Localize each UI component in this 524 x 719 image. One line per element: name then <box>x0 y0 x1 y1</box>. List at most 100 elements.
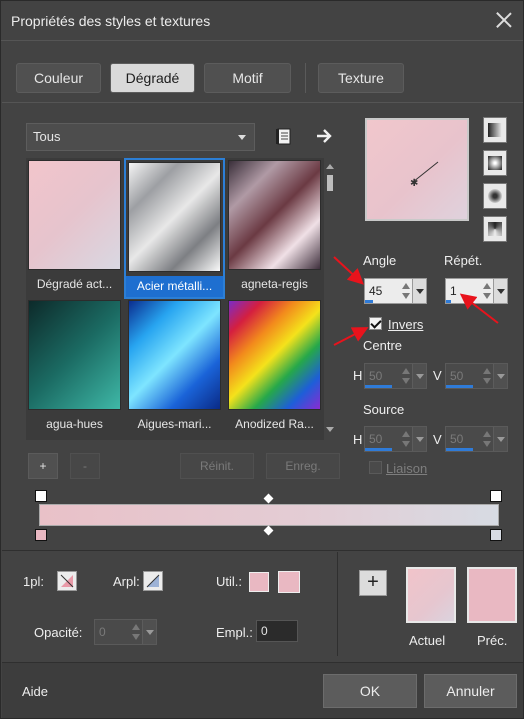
type-1pl-label: 1pl: <box>23 574 44 589</box>
center-label: Centre <box>363 338 403 353</box>
gradient-tile[interactable]: Dégradé act... <box>26 158 123 295</box>
gradient-preview[interactable]: ✱ <box>365 118 469 221</box>
reset-button[interactable]: Réinit. <box>180 453 254 479</box>
chevron-down-icon[interactable] <box>142 620 156 644</box>
chevron-down-icon <box>238 135 246 140</box>
center-v-level-bar <box>446 385 473 388</box>
source-label: Source <box>363 402 405 417</box>
gradient-name: agneta-regis <box>241 277 308 291</box>
book-icon[interactable] <box>274 126 296 148</box>
opacity-spinner[interactable]: 0 <box>94 619 157 645</box>
util-swatch-1[interactable] <box>249 572 269 592</box>
tab-label: Texture <box>338 70 384 86</box>
chevron-down-icon[interactable] <box>493 364 507 388</box>
center-h-spinner[interactable]: 50 <box>364 363 427 389</box>
chevron-down-icon[interactable] <box>412 279 426 303</box>
spinner-arrows-icon[interactable] <box>481 282 493 302</box>
gradient-stop-bottom-right[interactable] <box>490 529 502 541</box>
cancel-button[interactable]: Annuler <box>424 674 517 708</box>
spinner-arrows-icon[interactable] <box>481 430 493 450</box>
annotation-arrow-angle <box>333 256 364 285</box>
source-h-level-bar <box>365 448 392 451</box>
tab-gradient[interactable]: Dégradé <box>110 63 195 93</box>
opacity-value: 0 <box>99 625 106 639</box>
chevron-down-icon[interactable] <box>493 427 507 451</box>
invert-checkbox[interactable] <box>369 317 382 330</box>
scroll-up-icon[interactable] <box>326 164 334 169</box>
title-bar: Propriétés des styles et textures <box>1 1 523 41</box>
source-h-value: 50 <box>369 432 383 446</box>
source-h-label: H <box>353 432 363 447</box>
scroll-down-icon[interactable] <box>326 427 334 432</box>
gradient-stop-bottom-left[interactable] <box>35 529 47 541</box>
invert-label: Invers <box>388 317 424 332</box>
tab-label: Couleur <box>33 70 84 86</box>
source-v-spinner[interactable]: 50 <box>445 426 508 452</box>
previous-gradient-swatch[interactable] <box>467 567 517 623</box>
spinner-arrows-icon[interactable] <box>400 367 412 387</box>
gradient-tile[interactable]: agua-hues <box>26 298 123 435</box>
gradient-swatch <box>128 162 221 272</box>
util-swatch-2[interactable] <box>278 571 300 593</box>
gradient-stop-top-left[interactable] <box>35 490 47 502</box>
rectangular-gradient-type-icon[interactable] <box>483 150 507 176</box>
tab-color[interactable]: Couleur <box>16 63 101 93</box>
tab-label: Dégradé <box>125 70 180 86</box>
spinner-arrows-icon[interactable] <box>400 282 412 302</box>
chevron-down-icon[interactable] <box>412 364 426 388</box>
angle-spinner[interactable]: 45 <box>364 278 427 304</box>
gradient-editor-bar[interactable] <box>39 504 499 526</box>
ok-button[interactable]: OK <box>323 674 417 708</box>
gradient-tile[interactable]: Aigues-mari... <box>126 298 223 435</box>
gradient-name: Acier métalli... <box>126 276 223 297</box>
remove-gradient-button[interactable]: - <box>70 453 100 479</box>
gradient-name: Dégradé act... <box>36 277 113 291</box>
spinner-arrows-icon[interactable] <box>130 623 142 643</box>
gradient-midpoint-top[interactable] <box>263 493 274 504</box>
gradient-tile-selected[interactable]: Acier métalli... <box>124 158 225 299</box>
chevron-down-icon[interactable] <box>493 279 507 303</box>
previous-label: Préc. <box>477 633 508 648</box>
gradient-category-dropdown[interactable]: Tous <box>26 123 255 151</box>
link-checkbox[interactable] <box>369 461 382 474</box>
gradient-midpoint-bottom[interactable] <box>263 525 274 536</box>
current-gradient-swatch[interactable] <box>406 567 456 623</box>
source-h-spinner[interactable]: 50 <box>364 426 427 452</box>
dialog-window: Propriétés des styles et textures Couleu… <box>0 0 524 719</box>
arrow-right-icon[interactable] <box>314 125 336 147</box>
tab-texture[interactable]: Texture <box>318 63 404 93</box>
center-h-label: H <box>353 368 363 383</box>
background-type-icon[interactable] <box>143 571 163 591</box>
scroll-thumb[interactable] <box>327 175 333 191</box>
annotation-arrow-invert <box>333 327 369 346</box>
gradient-swatch <box>28 160 121 270</box>
radial-gradient-type-icon[interactable] <box>483 183 507 209</box>
tab-pattern[interactable]: Motif <box>204 63 291 93</box>
gradient-tile[interactable]: agneta-regis <box>226 158 323 295</box>
spinner-arrows-icon[interactable] <box>481 367 493 387</box>
angle-indicator: ✱ <box>410 161 439 189</box>
spinner-arrows-icon[interactable] <box>400 430 412 450</box>
tabs-divider <box>2 102 523 103</box>
gradient-tile[interactable]: Anodized Ra... <box>226 298 323 435</box>
position-input[interactable]: 0 <box>256 620 298 642</box>
gradient-swatch <box>228 160 321 270</box>
angle-label: Angle <box>363 253 397 268</box>
gradient-stop-top-right[interactable] <box>490 490 502 502</box>
foreground-type-icon[interactable] <box>57 571 77 591</box>
gallery-scrollbar[interactable] <box>323 161 337 437</box>
gradient-gallery: Dégradé act... Acier métalli... agneta-r… <box>26 158 324 440</box>
chevron-down-icon[interactable] <box>412 427 426 451</box>
sunburst-gradient-type-icon[interactable] <box>483 216 507 242</box>
dialog-title: Propriétés des styles et textures <box>11 13 211 29</box>
save-gradient-button[interactable]: Enreg. <box>266 453 340 479</box>
center-v-spinner[interactable]: 50 <box>445 363 508 389</box>
add-swatch-button[interactable]: + <box>359 570 387 596</box>
add-gradient-button[interactable]: + <box>28 453 58 479</box>
repeat-spinner[interactable]: 1 <box>445 278 508 304</box>
angle-value: 45 <box>369 284 383 298</box>
close-icon[interactable] <box>495 11 513 29</box>
help-link[interactable]: Aide <box>22 684 48 699</box>
source-v-value: 50 <box>450 432 464 446</box>
linear-gradient-type-icon[interactable] <box>483 117 507 143</box>
